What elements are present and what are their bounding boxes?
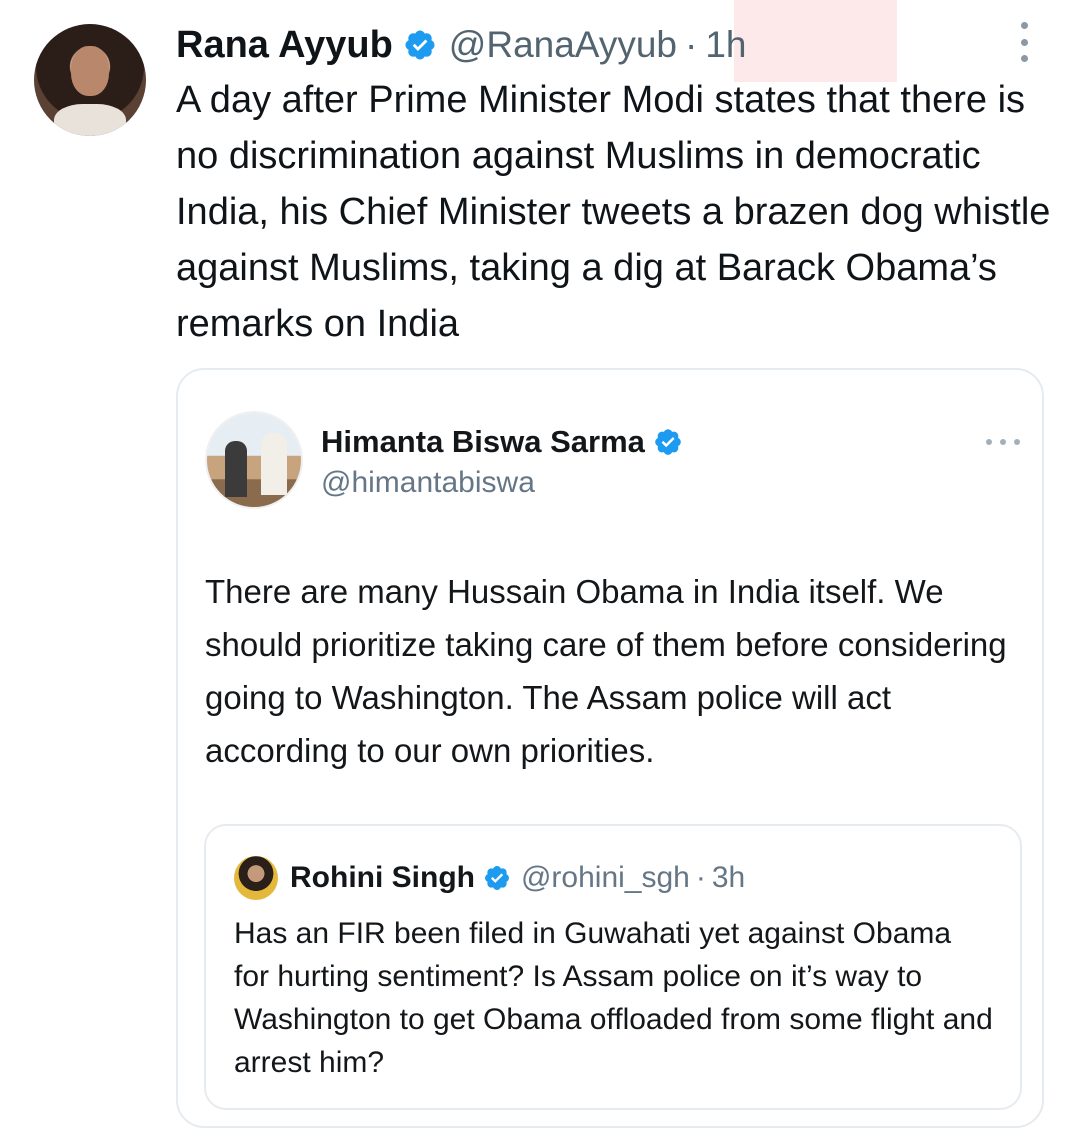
author-avatar[interactable] (34, 24, 146, 136)
quoted-tweet-text: There are many Hussain Obama in India it… (205, 573, 1007, 769)
author-name[interactable]: Rana Ayyub (176, 24, 393, 67)
author-handle[interactable]: @RanaAyyub (449, 24, 677, 66)
nested-tweet-text: Has an FIR been filed in Guwahati yet ag… (234, 917, 993, 1079)
quoted-author-avatar[interactable] (205, 411, 303, 509)
avatar-face (71, 46, 109, 96)
tweet-time[interactable]: 1h (705, 24, 746, 66)
nested-quoted-tweet[interactable]: Rohini Singh @rohini_sgh · 3h Has an FIR… (204, 824, 1022, 1110)
more-horizontal-icon[interactable] (986, 438, 1020, 446)
nested-author-name[interactable]: Rohini Singh (290, 861, 475, 895)
highlight-overlay (734, 0, 897, 82)
avatar-shirt (54, 104, 126, 136)
tweet-header: Rana Ayyub @RanaAyyub · 1h (176, 20, 746, 70)
tweet[interactable]: Rana Ayyub @RanaAyyub · 1h A day after P… (0, 0, 1080, 1128)
nested-tweet-header: Rohini Singh @rohini_sgh · 3h (290, 858, 745, 898)
verified-badge-icon (653, 427, 683, 457)
nested-author-avatar[interactable] (234, 856, 278, 900)
verified-badge-icon (483, 864, 511, 892)
quoted-author-name[interactable]: Himanta Biswa Sarma (321, 424, 645, 460)
quoted-author-handle[interactable]: @himantabiswa (321, 466, 535, 500)
separator-dot: · (695, 861, 706, 894)
quoted-author-name-row: Himanta Biswa Sarma (321, 424, 683, 460)
separator-dot: · (684, 24, 698, 65)
more-vertical-icon[interactable] (1010, 22, 1038, 62)
verified-badge-icon (403, 28, 437, 62)
nested-author-handle[interactable]: @rohini_sgh (521, 861, 690, 895)
quoted-tweet[interactable]: Himanta Biswa Sarma @himantabiswa There … (176, 368, 1044, 1128)
nested-tweet-time[interactable]: 3h (712, 861, 745, 895)
tweet-text: A day after Prime Minister Modi states t… (176, 79, 1051, 345)
